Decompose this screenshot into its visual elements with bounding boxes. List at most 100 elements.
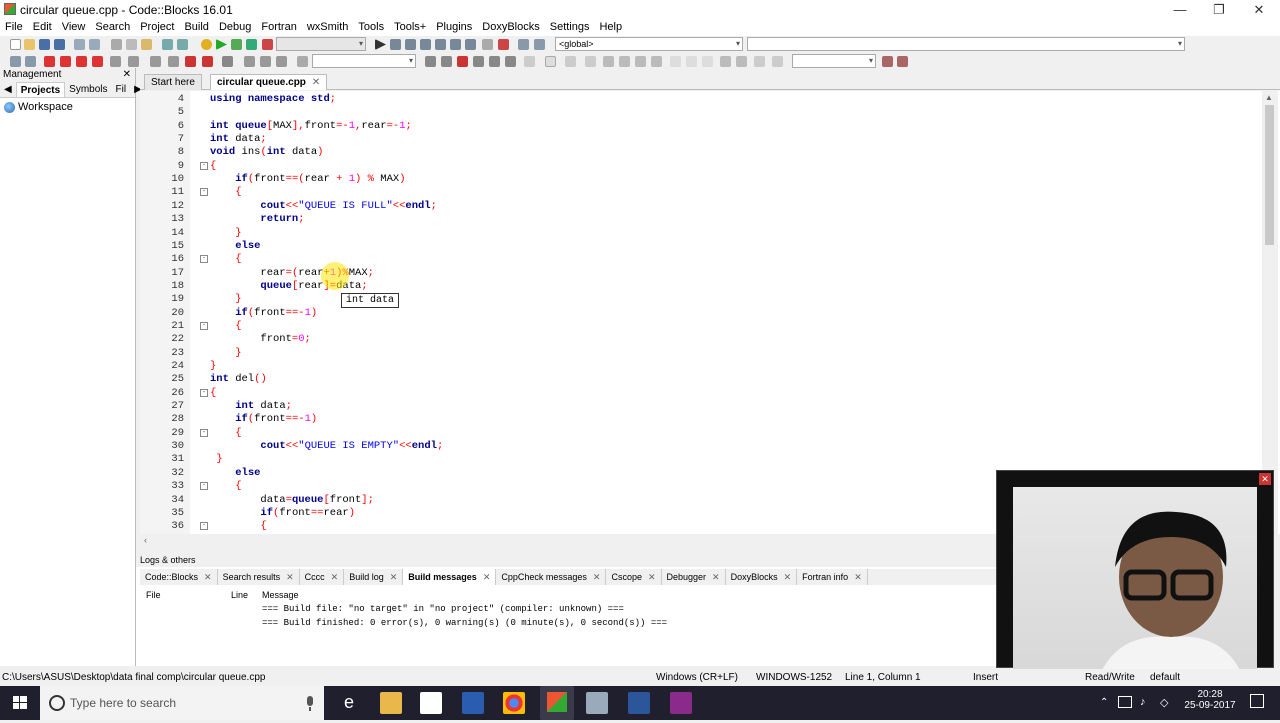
match-icon[interactable]: [222, 56, 233, 67]
code-line[interactable]: 5: [140, 106, 1260, 119]
tray-display-icon[interactable]: [1118, 696, 1132, 708]
settings-wrench-icon[interactable]: [897, 56, 908, 67]
code-line[interactable]: 26 -{: [140, 387, 1260, 400]
code-line[interactable]: 13 return;: [140, 213, 1260, 226]
tb-extra-5-icon[interactable]: [603, 56, 614, 67]
tray-network-icon[interactable]: ◇: [1160, 696, 1168, 709]
code-line[interactable]: 18 queue[rear]=data;: [140, 280, 1260, 293]
code-line[interactable]: 24}: [140, 360, 1260, 373]
debug-windows-icon[interactable]: [518, 39, 529, 50]
fold-marker-icon[interactable]: -: [200, 388, 208, 397]
close-icon[interactable]: ✕: [712, 572, 720, 583]
tab-files[interactable]: Fil: [112, 82, 131, 97]
pause-icon[interactable]: [482, 39, 493, 50]
code-line[interactable]: 20 if(front==-1): [140, 307, 1260, 320]
close-icon[interactable]: ✕: [854, 572, 862, 583]
code-line[interactable]: 7 int data;: [140, 133, 1260, 146]
code-line[interactable]: 25 int del(): [140, 373, 1260, 386]
next-instruction-icon[interactable]: [450, 39, 461, 50]
menu-project[interactable]: Project: [135, 20, 179, 36]
code-line[interactable]: 30 cout<<"QUEUE IS EMPTY"<<endl;: [140, 440, 1260, 453]
debug-info-icon[interactable]: [534, 39, 545, 50]
close-button[interactable]: ✕: [1239, 0, 1279, 20]
step-into-icon[interactable]: [420, 39, 431, 50]
microphone-icon[interactable]: [304, 686, 316, 720]
code-line[interactable]: 23 }: [140, 347, 1260, 360]
tb-extra-7-icon[interactable]: [635, 56, 646, 67]
menu-view[interactable]: View: [57, 20, 91, 36]
minimize-button[interactable]: —: [1160, 0, 1200, 20]
menu-doxyblocks[interactable]: DoxyBlocks: [477, 20, 544, 36]
code-line[interactable]: 9 -{: [140, 160, 1260, 173]
code-line[interactable]: 15 else: [140, 240, 1260, 253]
menu-settings[interactable]: Settings: [545, 20, 595, 36]
log-tab-cscope[interactable]: Cscope ✕: [606, 569, 662, 585]
code-line[interactable]: 16 - {: [140, 253, 1260, 266]
regex-icon[interactable]: [505, 56, 516, 67]
uncomment-icon[interactable]: [128, 56, 139, 67]
menu-tools[interactable]: Tools: [353, 20, 389, 36]
menu-build[interactable]: Build: [179, 20, 213, 36]
close-tab-icon[interactable]: ✕: [312, 77, 320, 88]
highlight-icon[interactable]: [185, 56, 196, 67]
close-icon[interactable]: ✕: [593, 572, 601, 583]
highlight-all-icon[interactable]: [457, 56, 468, 67]
tab-circular-queue[interactable]: circular queue.cpp ✕: [210, 74, 328, 90]
tray-chevron-icon[interactable]: ⌃: [1100, 697, 1108, 708]
function-combo[interactable]: ▾: [747, 37, 1185, 51]
log-tab-codeblocks[interactable]: Code::Blocks ✕: [140, 569, 218, 585]
tb-extra-2-icon[interactable]: [545, 56, 556, 67]
match-case-icon[interactable]: [489, 56, 500, 67]
cut-icon[interactable]: [111, 39, 122, 50]
code-line[interactable]: 17 rear=(rear+1)%MAX;: [140, 267, 1260, 280]
menu-file[interactable]: File: [0, 20, 28, 36]
close-icon[interactable]: ✕: [390, 572, 398, 583]
log-tab-fortran-info[interactable]: Fortran info ✕: [797, 569, 868, 585]
taskbar-media-icon[interactable]: [670, 692, 692, 714]
code-line[interactable]: 29 - {: [140, 427, 1260, 440]
find-prev-icon[interactable]: [425, 56, 436, 67]
close-icon[interactable]: ✕: [784, 572, 792, 583]
replace-icon[interactable]: [177, 39, 188, 50]
tab-projects[interactable]: Projects: [15, 82, 66, 97]
scroll-up-icon[interactable]: ▲: [1265, 93, 1273, 102]
code-line[interactable]: 8 void ins(int data): [140, 146, 1260, 159]
taskbar-app-icon[interactable]: [462, 692, 484, 714]
code-line[interactable]: 28 if(front==-1): [140, 413, 1260, 426]
codeblocks-taskbar-icon[interactable]: [540, 686, 574, 720]
code-line[interactable]: 10 if(front==(rear + 1) % MAX): [140, 173, 1260, 186]
fold-marker-icon[interactable]: -: [200, 161, 208, 170]
new-file-icon[interactable]: [10, 39, 21, 50]
next-line-icon[interactable]: [405, 39, 416, 50]
tb-extra-8-icon[interactable]: [651, 56, 662, 67]
select-icon[interactable]: [202, 56, 213, 67]
taskbar-tool-icon[interactable]: [586, 692, 608, 714]
back-icon[interactable]: [10, 56, 21, 67]
chrome-icon[interactable]: [503, 692, 525, 714]
code-editor[interactable]: 4 using namespace std; 5 6 int queue[MAX],fr…: [140, 91, 1280, 534]
fold-marker-icon[interactable]: -: [200, 428, 208, 437]
fold-marker-icon[interactable]: -: [200, 188, 208, 197]
code-line[interactable]: 19 }: [140, 293, 1260, 306]
menu-plugins[interactable]: Plugins: [431, 20, 477, 36]
word-icon[interactable]: [628, 692, 650, 714]
tb-extra-13-icon[interactable]: [772, 56, 783, 67]
rebuild-icon[interactable]: [246, 39, 257, 50]
maximize-button[interactable]: ❐: [1199, 0, 1239, 20]
table-row[interactable]: === Build finished: 0 error(s), 0 warnin…: [262, 618, 667, 628]
log-tab-build-log[interactable]: Build log ✕: [344, 569, 404, 585]
build-target-combo[interactable]: ▾: [276, 37, 366, 51]
step-instruction-icon[interactable]: [465, 39, 476, 50]
prev-2-icon[interactable]: [276, 56, 287, 67]
comment-icon[interactable]: [110, 56, 121, 67]
vertical-scrollbar[interactable]: ▲: [1262, 91, 1278, 534]
next-icon[interactable]: [260, 56, 271, 67]
step-out-icon[interactable]: [435, 39, 446, 50]
copy-icon[interactable]: [126, 39, 137, 50]
bookmark-next-icon[interactable]: [76, 56, 87, 67]
build-icon[interactable]: [201, 39, 212, 50]
scrollbar-thumb[interactable]: [1265, 105, 1274, 245]
log-tab-build-messages[interactable]: Build messages ✕: [403, 569, 497, 585]
fold-marker-icon[interactable]: -: [200, 255, 208, 264]
menu-fortran[interactable]: Fortran: [256, 20, 301, 36]
